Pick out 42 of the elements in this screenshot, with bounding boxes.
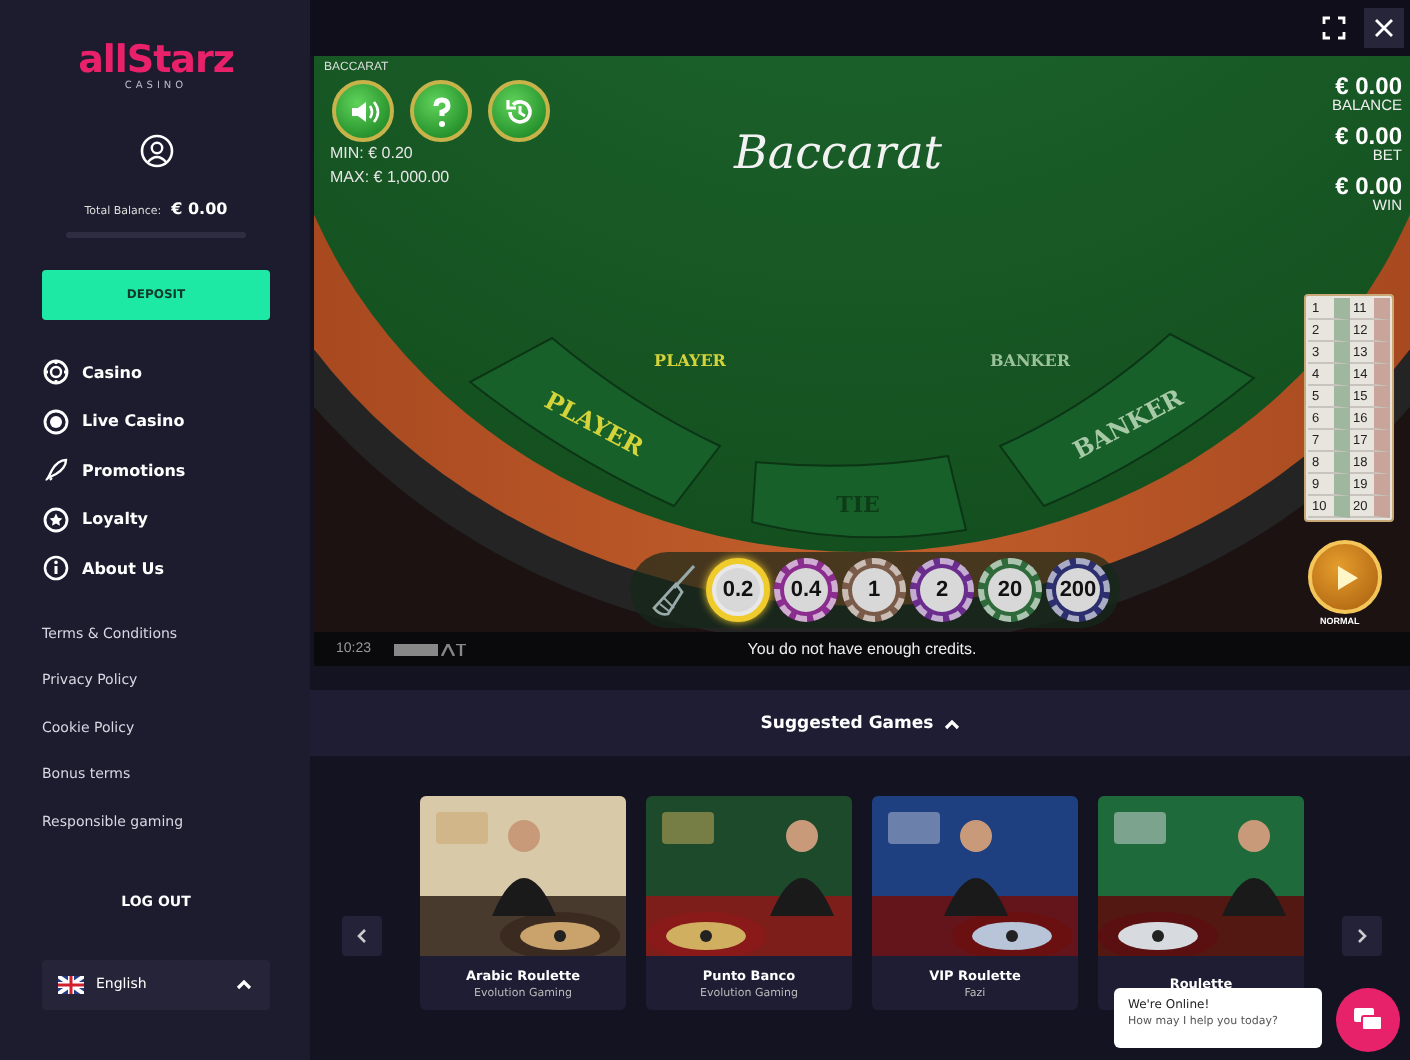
nav-item[interactable]: Live Casino bbox=[42, 407, 270, 435]
bet-chip[interactable]: 0.2 bbox=[706, 558, 770, 622]
chevron-left-icon bbox=[356, 927, 368, 943]
chat-button[interactable] bbox=[1336, 988, 1400, 1052]
close-icon bbox=[1374, 18, 1394, 38]
brand-logo: allStarz bbox=[78, 40, 234, 80]
flag-icon bbox=[58, 975, 84, 994]
balance-value: € 0.00 bbox=[171, 200, 228, 218]
min-bet: MIN: € 0.20 bbox=[330, 142, 415, 166]
fullscreen-icon[interactable] bbox=[1322, 16, 1346, 40]
bet-chip[interactable]: 200 bbox=[1046, 558, 1110, 622]
bet-chip[interactable]: 20 bbox=[978, 558, 1042, 622]
previous-button[interactable] bbox=[342, 915, 382, 955]
stat-value: € 0.00 bbox=[1335, 174, 1402, 198]
game-title: Baccarat bbox=[734, 128, 943, 180]
chip-icon bbox=[42, 358, 70, 386]
nav-item[interactable]: About Us bbox=[42, 554, 270, 582]
close-button[interactable] bbox=[1364, 8, 1404, 48]
section-title: Suggested Games bbox=[760, 713, 934, 733]
stat-value: € 0.00 bbox=[1335, 74, 1402, 98]
bet-chip[interactable]: 0.4 bbox=[774, 558, 838, 622]
section-header[interactable]: Suggested Games bbox=[310, 690, 1410, 756]
user-icon[interactable] bbox=[139, 134, 173, 168]
wheel-icon bbox=[42, 407, 70, 435]
stat-value: € 0.00 bbox=[1335, 124, 1402, 148]
bet-chip[interactable]: 1 bbox=[842, 558, 906, 622]
nav-item[interactable]: Promotions bbox=[42, 456, 270, 484]
info-icon bbox=[42, 554, 70, 582]
star-badge-icon bbox=[42, 505, 70, 533]
provider-logo-icon bbox=[393, 643, 466, 655]
player-label: PLAYER bbox=[654, 350, 726, 370]
next-button[interactable] bbox=[1342, 915, 1382, 955]
nav-item[interactable]: Casino bbox=[42, 358, 270, 386]
caret-icon bbox=[943, 717, 960, 729]
caret-icon bbox=[236, 978, 252, 991]
max-bet: MAX: € 1,000.00 bbox=[330, 166, 450, 190]
bet-chip[interactable]: 2 bbox=[910, 558, 974, 622]
chevron-right-icon bbox=[1356, 927, 1368, 943]
chat-bubbles-icon bbox=[1352, 1006, 1384, 1034]
nav-item[interactable]: Loyalty bbox=[42, 505, 270, 533]
status-message: You do not have enough credits. bbox=[747, 640, 977, 658]
banker-label: BANKER bbox=[990, 350, 1070, 370]
